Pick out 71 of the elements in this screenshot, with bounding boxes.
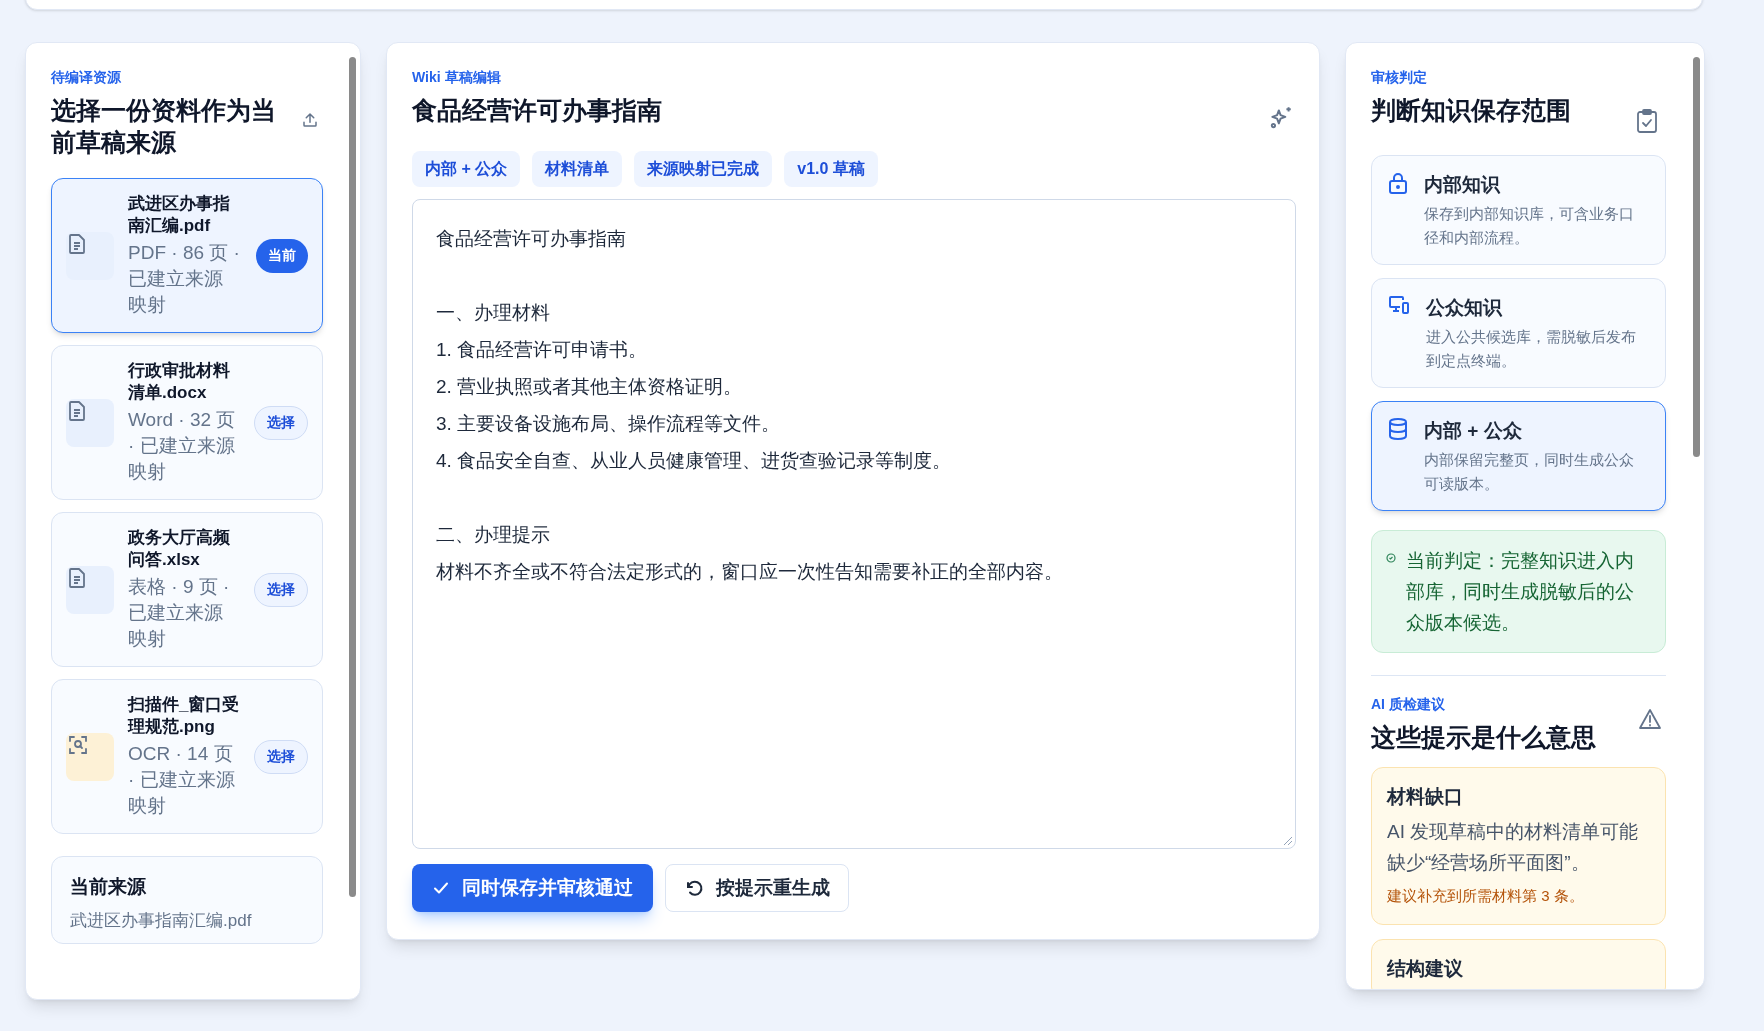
tag: 材料清单: [532, 151, 623, 187]
current-badge[interactable]: 当前: [256, 238, 308, 273]
database-icon: [1388, 418, 1408, 440]
draft-line: 材料不齐全或不符合法定形式的，窗口应一次性告知需要补正的全部内容。: [436, 560, 1064, 584]
source-card[interactable]: 政务大厅高频问答.xlsx 表格 · 9 页 · 已建立来源映射 选择: [51, 512, 323, 667]
document-icon: [68, 400, 86, 421]
file-name: 行政审批材料清单.docx: [128, 360, 231, 404]
scope-option[interactable]: 内部知识 保存到内部知识库，可含业务口径和内部流程。: [1371, 155, 1666, 265]
scope-option[interactable]: 公众知识 进入公共候选库，需脱敏后发布到定点终端。: [1371, 278, 1666, 388]
warning-icon: [1638, 708, 1662, 730]
clipboard-check-icon: [1636, 109, 1658, 133]
draft-line: 二、办理提示: [436, 523, 551, 547]
verdict-text: 当前判定：完整知识进入内部库，同时生成脱敏后的公众版本候选。: [1406, 549, 1635, 635]
suggestion-title: 材料缺口: [1387, 785, 1464, 809]
draft-editor[interactable]: 食品经营许可办事指南 一、办理材料 1. 食品经营许可申请书。 2. 营业执照或者其他主体资格证明。 3. 主要设备设施布局、操作流程等文件。 4. 食品安全自查、从业人员健康管理、进货查验记录等制度。 二、办理提示 材料不齐全或不符合法定形式的，窗口应一次性告知需要补正的全部内容。: [412, 199, 1296, 849]
status-dot-icon: [1386, 553, 1396, 563]
draft-line: 4. 食品安全自查、从业人员健康管理、进货查验记录等制度。: [436, 449, 953, 473]
regenerate-button[interactable]: 按提示重生成: [665, 864, 849, 912]
document-icon: [68, 567, 86, 588]
panel-title: 判断知识保存范围: [1371, 95, 1571, 126]
draft-line: 3. 主要设备设施布局、操作流程等文件。: [436, 412, 782, 436]
section-eyebrow: Wiki 草稿编辑: [412, 68, 502, 87]
source-card[interactable]: 扫描件_窗口受理规范.png OCR · 14 页 · 已建立来源映射 选择: [51, 679, 323, 834]
tag: v1.0 草稿: [784, 151, 878, 187]
tag: 来源映射已完成: [634, 151, 773, 187]
scrollbar[interactable]: [349, 57, 356, 897]
select-button[interactable]: 选择: [254, 572, 308, 607]
current-source-name: 武进区办事指南汇编.pdf: [70, 909, 253, 932]
file-meta: OCR · 14 页 · 已建立来源映射: [128, 742, 236, 818]
file-name: 扫描件_窗口受理规范.png: [128, 694, 240, 738]
file-name: 政务大厅高频问答.xlsx: [128, 527, 231, 571]
section-eyebrow: 待编译资源: [51, 68, 122, 87]
file-meta: Word · 32 页 · 已建立来源映射: [128, 408, 237, 484]
devices-icon: [1388, 295, 1410, 315]
suggestion-body: AI 发现草稿中的材料清单可能缺少“经营场所平面图”。: [1387, 820, 1640, 875]
select-button[interactable]: 选择: [254, 739, 308, 774]
panel-title: 选择一份资料作为当前草稿来源: [51, 95, 277, 158]
suggestion-tip: 建议补充到所需材料第 3 条。: [1387, 886, 1585, 906]
option-description: 进入公共候选库，需脱敏后发布到定点终端。: [1426, 327, 1637, 371]
section-eyebrow: AI 质检建议: [1371, 695, 1446, 714]
option-title: 公众知识: [1426, 296, 1503, 320]
resize-handle-icon[interactable]: [1283, 836, 1293, 846]
scan-icon: [68, 734, 88, 755]
source-card[interactable]: 武进区办事指南汇编.pdf PDF · 86 页 · 已建立来源映射 当前: [51, 178, 323, 333]
file-meta: 表格 · 9 页 · 已建立来源映射: [128, 575, 231, 651]
current-source-label: 当前来源: [70, 875, 147, 899]
panel-title: 食品经营许可办事指南: [412, 95, 662, 126]
upload-icon[interactable]: [301, 111, 319, 129]
file-name: 武进区办事指南汇编.pdf: [128, 193, 231, 237]
approve-button[interactable]: 同时保存并审核通过: [412, 864, 653, 912]
sparkle-icon[interactable]: [1268, 105, 1294, 131]
file-meta: PDF · 86 页 · 已建立来源映射: [128, 241, 240, 317]
document-icon: [68, 233, 86, 254]
option-title: 内部 + 公众: [1424, 419, 1523, 443]
draft-line: 1. 食品经营许可申请书。: [436, 338, 649, 362]
option-title: 内部知识: [1424, 173, 1501, 197]
draft-line: 食品经营许可办事指南: [436, 227, 627, 251]
source-card[interactable]: 行政审批材料清单.docx Word · 32 页 · 已建立来源映射 选择: [51, 345, 323, 500]
panel-title: 这些提示是什么意思: [1371, 722, 1596, 753]
suggestion-title: 结构建议: [1387, 957, 1464, 981]
option-description: 内部保留完整页，同时生成公众可读版本。: [1424, 450, 1635, 494]
draft-line: 2. 营业执照或者其他主体资格证明。: [436, 375, 744, 399]
scope-option[interactable]: 内部 + 公众 内部保留完整页，同时生成公众可读版本。: [1371, 401, 1666, 511]
section-eyebrow: 审核判定: [1371, 68, 1428, 87]
select-button[interactable]: 选择: [254, 405, 308, 440]
tag: 内部 + 公众: [412, 151, 521, 187]
option-description: 保存到内部知识库，可含业务口径和内部流程。: [1424, 204, 1635, 248]
refresh-icon: [684, 878, 704, 898]
scrollbar[interactable]: [1693, 57, 1700, 457]
draft-line: 一、办理材料: [436, 301, 551, 325]
lock-icon: [1388, 172, 1408, 194]
